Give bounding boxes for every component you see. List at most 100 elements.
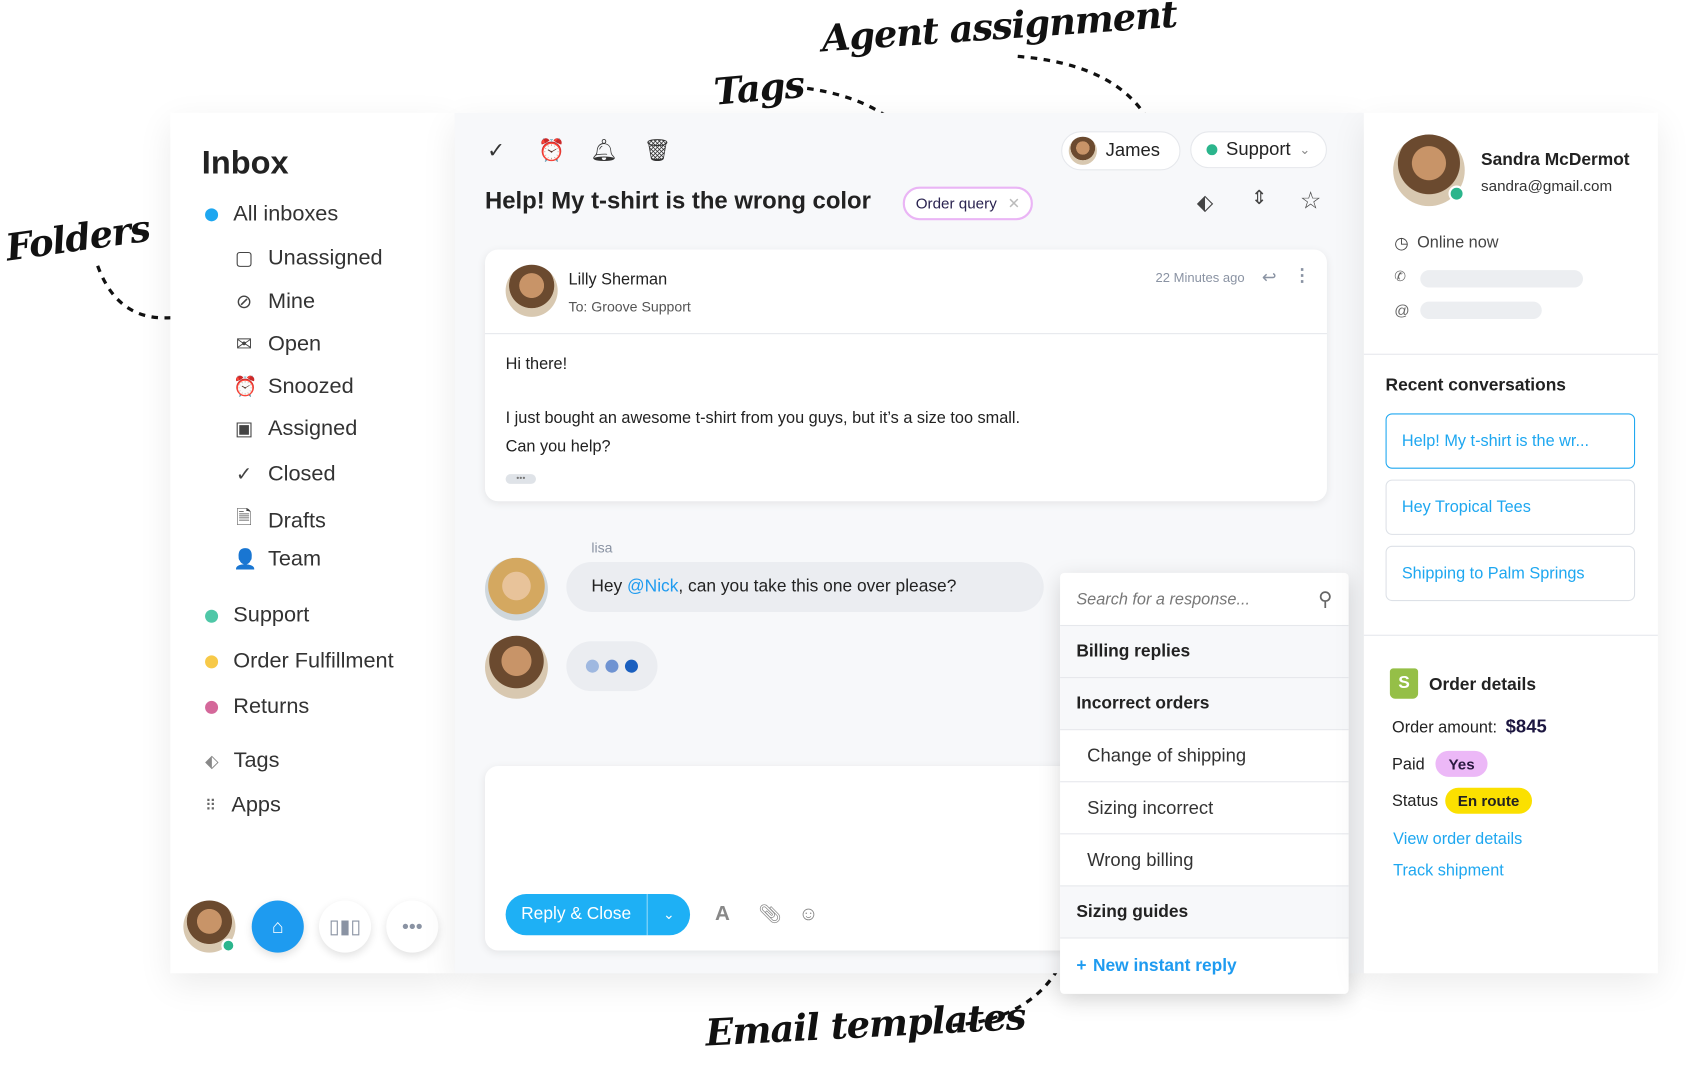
template-category[interactable]: Incorrect orders	[1060, 677, 1349, 730]
sidebar-item-open[interactable]: ✉ Open	[233, 332, 321, 357]
track-shipment-link[interactable]: Track shipment	[1393, 861, 1504, 879]
sidebar-item-drafts[interactable]: 🗎 Drafts	[233, 505, 326, 538]
clock-icon: ◷	[1394, 234, 1409, 253]
template-item[interactable]: Change of shipping	[1060, 729, 1349, 781]
kebab-menu-icon[interactable]: ⋮	[1293, 265, 1310, 287]
open-envelope-icon: ✉	[235, 333, 253, 355]
assignee-selector[interactable]: James	[1061, 131, 1181, 171]
chevron-down-icon: ⌄	[1299, 142, 1311, 158]
label: Closed	[267, 462, 336, 487]
view-order-details-link[interactable]: View order details	[1393, 830, 1522, 848]
label: Drafts	[267, 508, 326, 533]
sender-avatar	[505, 264, 558, 317]
sidebar-item-closed[interactable]: ✓ Closed	[233, 462, 336, 487]
sidebar-item-apps[interactable]: ⠿ Apps	[205, 793, 281, 818]
label: Mine	[267, 289, 316, 314]
message-greeting: Hi there!	[505, 354, 568, 374]
recent-conversation[interactable]: Help! My t-shirt is the wr...	[1385, 413, 1636, 469]
trash-icon[interactable]: 🗑︎	[643, 137, 671, 164]
new-instant-reply-button[interactable]: + New instant reply	[1060, 937, 1349, 993]
status-row: Status En route	[1392, 787, 1533, 814]
phone-placeholder	[1420, 270, 1584, 288]
sidebar-item-returns[interactable]: Returns	[205, 694, 309, 719]
note-author-avatar	[484, 557, 548, 621]
search-input[interactable]: Search for a response...	[1076, 590, 1250, 608]
sidebar-item-mine[interactable]: ⊘ Mine	[233, 290, 315, 315]
typing-dot	[585, 659, 599, 673]
label: Order amount:	[1392, 718, 1497, 737]
search-icon: ⚲	[1318, 587, 1333, 610]
sidebar-item-assigned[interactable]: ▣ Assigned	[233, 417, 357, 442]
composer[interactable]: Reply & Close ⌄ A 📎︎ ☺	[484, 766, 1093, 951]
customer-email: sandra@gmail.com	[1481, 176, 1613, 195]
status-dot	[205, 609, 219, 623]
template-category[interactable]: Sizing guides	[1060, 885, 1349, 938]
recent-conversation[interactable]: Hey Tropical Tees	[1385, 479, 1636, 535]
sidebar-item-tags[interactable]: ⬖ Tags	[205, 749, 279, 774]
amount-value: $845	[1505, 716, 1547, 737]
sidebar-item-all-inboxes[interactable]: All inboxes	[205, 202, 338, 227]
mailbox-selector[interactable]: Support ⌄	[1190, 131, 1327, 169]
reports-button[interactable]: ▯▮▯	[318, 900, 372, 953]
draft-document-icon: 🗎	[236, 506, 252, 529]
message-line: Can you help?	[505, 437, 611, 456]
label: Status	[1392, 791, 1439, 810]
label: Tags	[233, 748, 280, 773]
typing-dot	[605, 659, 619, 673]
template-item[interactable]: Wrong billing	[1060, 833, 1349, 885]
divider	[1363, 353, 1658, 355]
inbox-button[interactable]: ⌂	[251, 900, 304, 953]
inbox-icon: ⌂	[271, 915, 284, 937]
instant-replies-dropdown: Search for a response... ⚲ Billing repli…	[1060, 572, 1349, 994]
bar-chart-icon: ▯▮▯	[328, 915, 362, 937]
note-author: lisa	[591, 539, 613, 556]
close-conversation-icon[interactable]: ✓	[487, 137, 505, 164]
more-icon: •••	[402, 915, 423, 937]
reply-close-button[interactable]: Reply & Close	[506, 894, 648, 936]
mailbox-name: Support	[1226, 138, 1291, 160]
template-item[interactable]: Sizing incorrect	[1060, 781, 1349, 833]
shopify-logo-icon: S	[1389, 668, 1419, 699]
divider	[1363, 634, 1658, 636]
bell-icon[interactable]: 🔔︎	[590, 137, 618, 164]
label: Snoozed	[267, 374, 354, 399]
phone-icon: ✆	[1394, 267, 1407, 285]
label: Order Fulfillment	[233, 648, 394, 673]
attachment-icon[interactable]: 📎︎	[758, 904, 781, 926]
typing-agent-avatar	[484, 635, 548, 699]
paid-badge: Yes	[1435, 750, 1488, 777]
alarm-clock-icon: ⏰	[233, 375, 258, 398]
tag-icon[interactable]: ⬖	[1197, 189, 1214, 216]
label: Apps	[231, 793, 281, 818]
user-avatar[interactable]	[183, 900, 236, 953]
message-card: Lilly Sherman To: Groove Support 22 Minu…	[484, 249, 1327, 502]
sidebar-item-support[interactable]: Support	[205, 603, 309, 628]
template-search[interactable]: Search for a response... ⚲	[1060, 573, 1349, 625]
label: Assigned	[267, 416, 358, 441]
show-more-button[interactable]: •••	[505, 474, 536, 484]
more-button[interactable]: •••	[386, 900, 439, 953]
text-format-icon[interactable]: A	[715, 903, 730, 927]
template-category[interactable]: Billing replies	[1060, 624, 1349, 678]
sender-name: Lilly Sherman	[568, 270, 668, 289]
recent-conversation[interactable]: Shipping to Palm Springs	[1385, 545, 1636, 602]
typing-dot	[624, 659, 638, 673]
customer-avatar	[1393, 134, 1465, 207]
sidebar-item-snoozed[interactable]: ⏰ Snoozed	[233, 374, 353, 399]
sidebar-item-team[interactable]: 👤 Team	[233, 547, 321, 572]
star-icon[interactable]: ☆	[1300, 187, 1321, 215]
tag-chip[interactable]: Order query ✕	[902, 186, 1034, 221]
remove-tag-icon[interactable]: ✕	[1008, 194, 1021, 212]
sidebar-item-order-fulfillment[interactable]: Order Fulfillment	[205, 649, 394, 674]
page-title: Inbox	[201, 145, 289, 182]
sidebar-item-unassigned[interactable]: ▢ Unassigned	[233, 246, 383, 271]
divider	[484, 333, 1327, 335]
mention[interactable]: @Nick	[627, 577, 678, 595]
reply-icon[interactable]: ↩	[1262, 267, 1277, 289]
chevron-down-icon[interactable]: ⌄	[648, 906, 690, 923]
emoji-icon[interactable]: ☺	[799, 903, 819, 926]
snooze-icon[interactable]: ⏰	[538, 137, 565, 164]
note-text: , can you take this one over please?	[678, 577, 957, 596]
online-status: ◷ Online now	[1394, 233, 1498, 253]
expand-icon[interactable]: ⇕	[1251, 187, 1267, 210]
